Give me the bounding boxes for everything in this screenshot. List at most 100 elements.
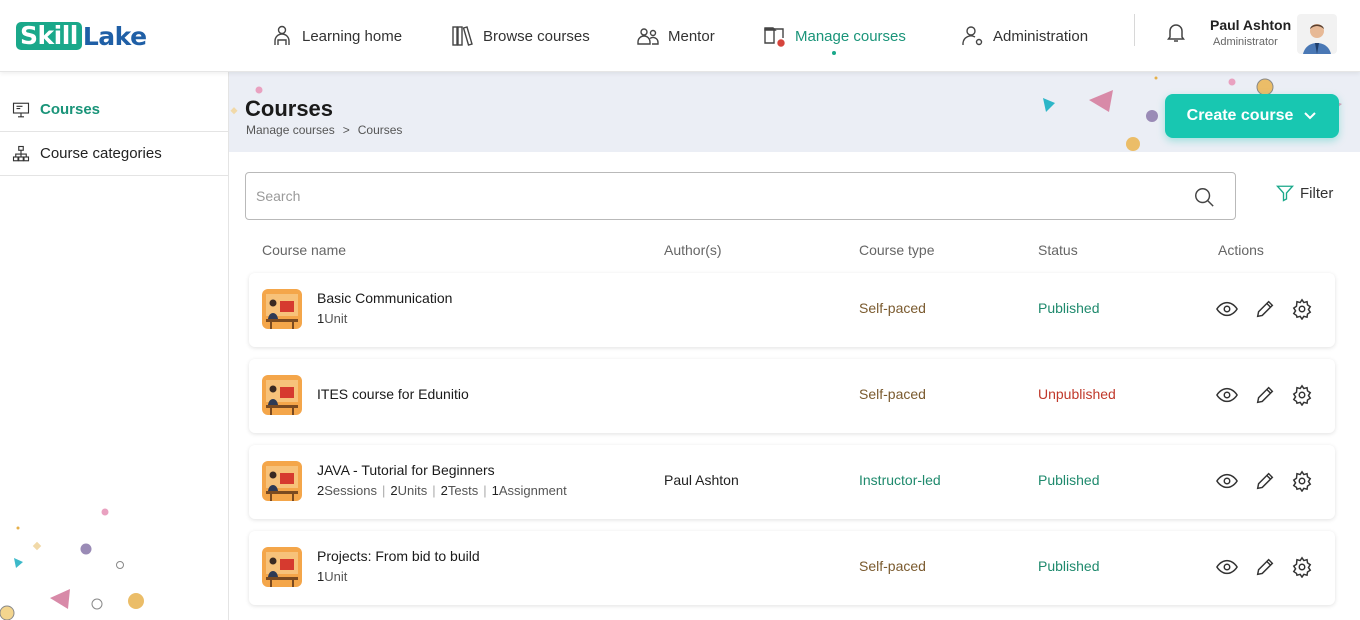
settings-gear-icon[interactable]: [1291, 470, 1313, 493]
meta-item: 1Unit: [317, 311, 347, 326]
sidebar: Courses Course categories: [0, 72, 229, 620]
breadcrumb-manage-courses[interactable]: Manage courses: [246, 123, 335, 137]
edit-pencil-icon[interactable]: [1254, 556, 1276, 578]
course-meta: 2Sessions | 2Units | 2 Tests | 1Assignment: [317, 483, 567, 498]
breadcrumb-courses: Courses: [357, 123, 403, 137]
page-title: Courses: [245, 96, 334, 121]
course-thumbnail: [262, 461, 302, 501]
status-badge: Published: [1038, 558, 1100, 574]
column-header-status[interactable]: Status: [1038, 242, 1078, 258]
course-meta: 1Unit: [317, 569, 347, 584]
table-row[interactable]: Projects: From bid to build 1Unit Self-pac…: [249, 531, 1335, 605]
avatar[interactable]: [1297, 14, 1337, 54]
course-name[interactable]: Projects: From bid to build: [317, 548, 480, 564]
meta-separator: |: [432, 483, 436, 498]
chevron-down-icon: [1304, 112, 1317, 120]
meta-label: Unit: [324, 569, 348, 584]
page-header-banner: Courses Manage courses > Courses Create …: [229, 72, 1360, 152]
top-navigation-bar: Skill Lake Learning home Browse courses M…: [0, 0, 1360, 72]
learner-icon: [274, 25, 290, 45]
mentor-icon: [637, 28, 659, 45]
books-icon: [452, 26, 473, 46]
settings-gear-icon[interactable]: [1291, 384, 1313, 407]
column-header-course-name[interactable]: Course name: [262, 242, 346, 258]
breadcrumb-separator: >: [342, 123, 350, 137]
course-type: Instructor-led: [859, 472, 941, 488]
meta-item: 2Units: [390, 483, 427, 498]
user-name[interactable]: Paul Ashton: [1210, 17, 1291, 33]
meta-label: Units: [397, 483, 428, 498]
column-header-course-type[interactable]: Course type: [859, 242, 934, 258]
nav-browse-courses[interactable]: Browse courses: [451, 0, 590, 72]
manage-courses-icon: [764, 27, 785, 47]
meta-separator: |: [483, 483, 487, 498]
course-name[interactable]: ITES course for Edunitio: [317, 386, 469, 402]
meta-item: 1Assignment: [492, 483, 567, 498]
nav-divider: [1134, 14, 1135, 46]
nav-label: Browse courses: [483, 27, 590, 45]
active-indicator-dot: [832, 51, 837, 55]
column-header-authors[interactable]: Author(s): [664, 242, 722, 258]
table-row[interactable]: JAVA - Tutorial for Beginners 2Sessions | 2…: [249, 445, 1335, 519]
course-thumbnail: [262, 289, 302, 329]
meta-label: Assignment: [498, 483, 567, 498]
search-icon[interactable]: [1193, 186, 1215, 208]
sidebar-item-label: Courses: [40, 101, 101, 118]
search-input[interactable]: [256, 185, 1156, 207]
logo-text-lake: Lake: [82, 21, 147, 51]
course-meta: 1Unit: [317, 311, 347, 326]
course-thumbnail: [262, 547, 302, 587]
table-row[interactable]: ITES course for Edunitio Self-paced Unpubl…: [249, 359, 1335, 433]
view-eye-icon[interactable]: [1216, 556, 1238, 578]
meta-separator: |: [381, 483, 386, 498]
status-badge: Published: [1038, 472, 1100, 488]
column-header-actions: Actions: [1218, 242, 1264, 258]
view-eye-icon[interactable]: [1216, 384, 1238, 406]
view-eye-icon[interactable]: [1216, 298, 1238, 320]
nav-administration[interactable]: Administration: [961, 0, 1088, 72]
course-thumbnail: [262, 375, 302, 415]
sidebar-item-course-categories[interactable]: Course categories: [0, 132, 228, 176]
create-course-label: Create course: [1186, 107, 1294, 124]
table-row[interactable]: Basic Communication 1Unit Self-paced Publis…: [249, 273, 1335, 347]
create-course-button[interactable]: Create course: [1165, 94, 1339, 138]
nav-label: Administration: [993, 27, 1089, 45]
breadcrumb: Manage courses > Courses: [246, 123, 402, 137]
course-type: Self-paced: [859, 558, 926, 574]
course-type: Self-paced: [859, 386, 926, 402]
settings-gear-icon[interactable]: [1291, 556, 1313, 579]
course-author: Paul Ashton: [664, 472, 739, 488]
confetti-decoration: [0, 508, 144, 620]
nav-learning-home[interactable]: Learning home: [270, 0, 402, 72]
nav-manage-courses[interactable]: Manage courses: [763, 0, 906, 72]
edit-pencil-icon[interactable]: [1254, 470, 1276, 492]
nav-label: Learning home: [302, 27, 403, 45]
course-name[interactable]: Basic Communication: [317, 290, 452, 306]
filter-label: Filter: [1300, 184, 1334, 202]
course-name[interactable]: JAVA - Tutorial for Beginners: [317, 462, 495, 478]
course-type: Self-paced: [859, 300, 926, 316]
monitor-icon: [12, 102, 30, 117]
notification-bell-icon[interactable]: [1164, 20, 1188, 44]
filter-funnel-icon: [1276, 185, 1294, 202]
filter-button[interactable]: Filter: [1276, 184, 1333, 202]
nav-mentor[interactable]: Mentor: [636, 0, 715, 72]
meta-count: 2: [390, 483, 398, 498]
edit-pencil-icon[interactable]: [1254, 298, 1276, 320]
sidebar-item-courses[interactable]: Courses: [0, 88, 228, 132]
status-badge: Unpublished: [1038, 386, 1116, 402]
skilllake-logo[interactable]: Skill Lake: [16, 21, 147, 51]
meta-label: Tests: [447, 483, 479, 498]
edit-pencil-icon[interactable]: [1254, 384, 1276, 406]
meta-item: 1Unit: [317, 569, 347, 584]
meta-item: 2Sessions: [317, 483, 377, 498]
settings-gear-icon[interactable]: [1291, 298, 1313, 321]
meta-label: Sessions: [324, 483, 377, 498]
nav-label: Manage courses: [795, 27, 906, 45]
meta-label: Unit: [324, 311, 348, 326]
user-role: Administrator: [1213, 36, 1278, 48]
hierarchy-icon: [12, 145, 30, 161]
sidebar-item-label: Course categories: [40, 145, 162, 162]
nav-label: Mentor: [668, 27, 715, 45]
view-eye-icon[interactable]: [1216, 470, 1238, 492]
